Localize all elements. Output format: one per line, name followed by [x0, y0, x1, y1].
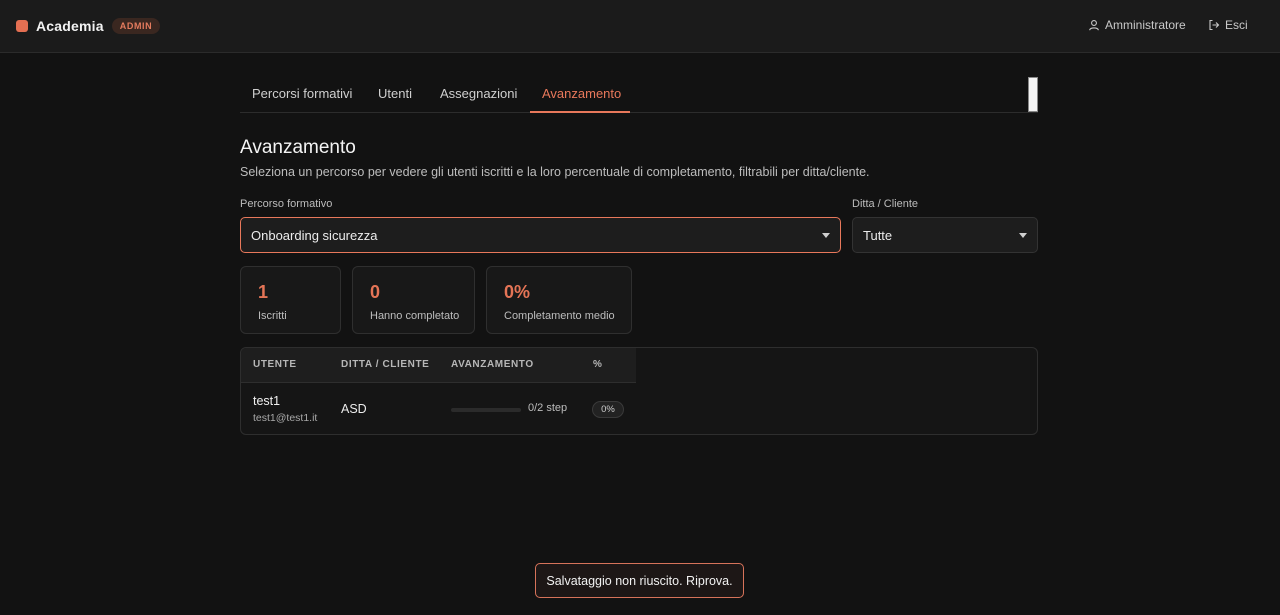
stat-card-completed: 0 Hanno completato [352, 266, 475, 334]
chevron-down-icon [1019, 233, 1027, 238]
company-name: ASD [341, 402, 367, 416]
error-toast: Salvataggio non riuscito. Riprova. [535, 563, 744, 598]
toast-message: Salvataggio non riuscito. Riprova. [546, 573, 733, 588]
brand[interactable]: Academia ADMIN [16, 14, 161, 38]
active-tab-indicator [530, 111, 630, 113]
stat-card-average: 0% Completamento medio [486, 266, 632, 334]
company-label: Ditta / Cliente [852, 198, 919, 210]
tab-utenti[interactable]: Utenti [378, 86, 412, 101]
top-bar: Academia ADMIN Amministratore Esci [0, 0, 1280, 53]
progress-table: UTENTE DITTA / CLIENTE AVANZAMENTO % tes… [240, 347, 1038, 435]
company-select-value: Tutte [863, 227, 893, 243]
column-header-progress: AVANZAMENTO [451, 359, 534, 370]
logout-icon [1209, 19, 1220, 31]
tab-bar: Percorsi formativi Utenti Assegnazioni A… [240, 76, 1038, 113]
stat-label: Hanno completato [370, 310, 460, 322]
course-select-value: Onboarding sicurezza [251, 227, 378, 243]
stat-card-enrolled: 1 Iscritti [240, 266, 341, 334]
tab-avanzamento[interactable]: Avanzamento [542, 86, 621, 101]
page-title: Avanzamento [240, 137, 356, 158]
table-row[interactable]: test1 test1@test1.it ASD 0/2 step 0% [241, 384, 1037, 434]
logout-label: Esci [1225, 18, 1248, 32]
column-header-percent: % [593, 359, 603, 370]
admin-badge: ADMIN [111, 18, 161, 34]
logout-button[interactable]: Esci [1208, 18, 1248, 32]
tab-scrollbar[interactable] [1028, 77, 1038, 112]
user-menu[interactable]: Amministratore [1088, 18, 1186, 32]
percent-badge: 0% [592, 401, 624, 418]
company-select[interactable]: Tutte [852, 217, 1038, 253]
stat-value: 1 [258, 282, 269, 302]
course-select[interactable]: Onboarding sicurezza [240, 217, 841, 253]
column-header-company: DITTA / CLIENTE [341, 359, 430, 370]
chevron-down-icon [822, 233, 830, 238]
stat-label: Completamento medio [504, 310, 615, 322]
user-icon [1089, 20, 1099, 31]
user-name: test1 [253, 394, 281, 408]
column-header-user: UTENTE [253, 359, 297, 370]
app-name: Academia [36, 18, 104, 34]
progress-bar [451, 408, 521, 412]
stat-value: 0 [370, 282, 381, 302]
course-label: Percorso formativo [240, 198, 333, 210]
table-header: UTENTE DITTA / CLIENTE AVANZAMENTO % [241, 348, 636, 383]
user-email: test1@test1.it [253, 412, 318, 424]
tab-assegnazioni[interactable]: Assegnazioni [440, 86, 517, 101]
page-description: Seleziona un percorso per vedere gli ute… [240, 165, 870, 179]
stat-label: Iscritti [258, 310, 287, 322]
logo-icon [16, 20, 28, 32]
stat-value: 0% [504, 282, 531, 302]
user-label: Amministratore [1105, 18, 1186, 32]
tab-percorsi-formativi[interactable]: Percorsi formativi [252, 86, 352, 101]
progress-steps: 0/2 step [528, 402, 568, 414]
